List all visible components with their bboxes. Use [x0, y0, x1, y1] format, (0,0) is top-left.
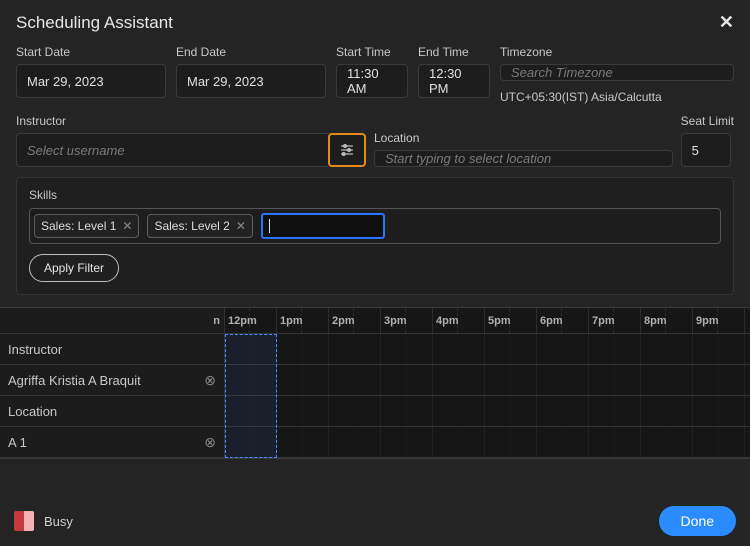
hour-header: 12pm: [225, 308, 277, 333]
start-time-input[interactable]: 11:30 AM: [336, 64, 408, 98]
apply-filter-button[interactable]: Apply Filter: [29, 254, 119, 282]
scheduling-assistant-dialog: Scheduling Assistant ✕ Start Date Mar 29…: [0, 0, 750, 546]
skills-text-input[interactable]: [261, 213, 385, 239]
grid-cells[interactable]: [225, 396, 750, 426]
instructor-input[interactable]: Select username: [16, 133, 328, 167]
hour-header: 5pm: [485, 308, 537, 333]
skills-label: Skills: [29, 188, 721, 202]
instructor-label: Instructor: [16, 114, 366, 128]
skills-filter-panel: Skills Sales: Level 1 ✕ Sales: Level 2 ✕…: [16, 177, 734, 295]
done-button[interactable]: Done: [659, 506, 736, 536]
hour-header: 6pm: [537, 308, 589, 333]
row-label: Agriffa Kristia A Braquit⊗: [0, 365, 225, 395]
start-date-label: Start Date: [16, 45, 166, 59]
grid-row: Agriffa Kristia A Braquit⊗: [0, 365, 750, 396]
sliders-icon: [339, 142, 355, 158]
chip-remove-icon[interactable]: ✕: [122, 219, 132, 233]
end-date-label: End Date: [176, 45, 326, 59]
end-time-input[interactable]: 12:30 PM: [418, 64, 490, 98]
skill-chip[interactable]: Sales: Level 1 ✕: [34, 214, 139, 238]
hour-header: 7pm: [589, 308, 641, 333]
row-label: Location: [0, 396, 225, 426]
grid-row: Location: [0, 396, 750, 427]
row-label: A 1⊗: [0, 427, 225, 457]
close-button[interactable]: ✕: [719, 12, 734, 33]
timezone-input[interactable]: Search Timezone: [500, 64, 734, 81]
dialog-title: Scheduling Assistant: [16, 13, 173, 33]
grid-row: A 1⊗: [0, 427, 750, 458]
skill-chip-label: Sales: Level 1: [41, 219, 116, 233]
start-time-label: Start Time: [336, 45, 408, 59]
instructor-filter-button[interactable]: [328, 133, 366, 167]
skill-chip-label: Sales: Level 2: [154, 219, 229, 233]
legend-busy-label: Busy: [44, 514, 73, 529]
seat-limit-label: Seat Limit: [681, 114, 734, 128]
grid-cells[interactable]: [225, 427, 750, 457]
chip-remove-icon[interactable]: ✕: [236, 219, 246, 233]
grid-cells[interactable]: [225, 334, 750, 364]
hour-header: 9pm: [693, 308, 745, 333]
location-label: Location: [374, 131, 673, 145]
legend: Busy: [14, 511, 73, 531]
hour-header: 3pm: [381, 308, 433, 333]
hour-header: 2pm: [329, 308, 381, 333]
grid-corner: n: [0, 308, 225, 333]
seat-limit-input[interactable]: 5: [681, 133, 731, 167]
row-label: Instructor: [0, 334, 225, 364]
timezone-note: UTC+05:30(IST) Asia/Calcutta: [500, 90, 734, 104]
timezone-label: Timezone: [500, 45, 734, 59]
hour-header: 8pm: [641, 308, 693, 333]
grid-row: Instructor: [0, 334, 750, 365]
hour-header: 4pm: [433, 308, 485, 333]
remove-row-icon[interactable]: ⊗: [204, 434, 216, 451]
availability-grid: n 12pm 1pm 2pm 3pm 4pm 5pm 6pm 7pm 8pm 9…: [0, 307, 750, 459]
skills-chip-input[interactable]: Sales: Level 1 ✕ Sales: Level 2 ✕: [29, 208, 721, 244]
end-time-label: End Time: [418, 45, 490, 59]
end-date-input[interactable]: Mar 29, 2023: [176, 64, 326, 98]
grid-cells[interactable]: [225, 365, 750, 395]
location-input[interactable]: Start typing to select location: [374, 150, 673, 167]
hour-header: 1pm: [277, 308, 329, 333]
skill-chip[interactable]: Sales: Level 2 ✕: [147, 214, 252, 238]
busy-swatch: [14, 511, 34, 531]
remove-row-icon[interactable]: ⊗: [204, 372, 216, 389]
start-date-input[interactable]: Mar 29, 2023: [16, 64, 166, 98]
